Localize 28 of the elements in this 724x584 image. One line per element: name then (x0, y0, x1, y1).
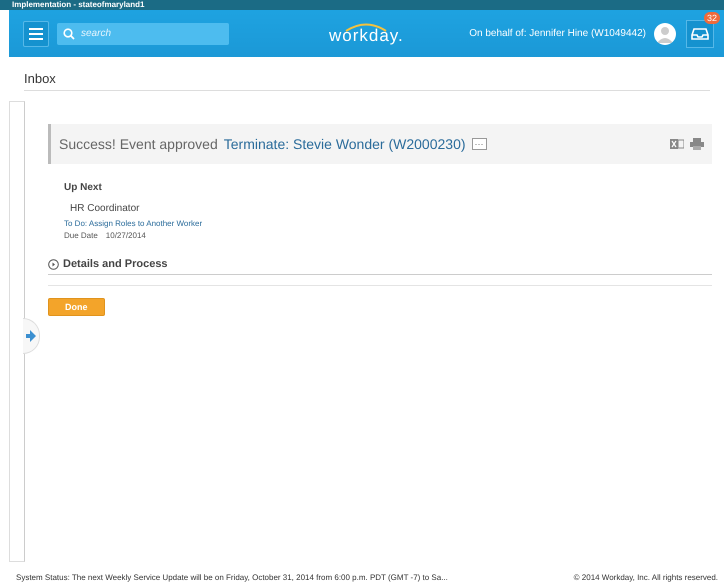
notification-badge: 32 (704, 12, 720, 24)
copyright-text: © 2014 Workday, Inc. All rights reserved. (574, 572, 718, 582)
expand-panel-button[interactable] (23, 318, 40, 354)
status-message: Success! Event approved (59, 136, 218, 152)
spreadsheet-icon[interactable] (670, 138, 684, 150)
more-button[interactable]: ··· (472, 138, 487, 150)
search-field[interactable]: search (57, 22, 229, 44)
arrow-right-icon (26, 330, 36, 342)
due-date-value: 10/27/2014 (106, 231, 146, 240)
todo-link[interactable]: To Do: Assign Roles to Another Worker (64, 219, 712, 228)
inbox-button[interactable] (686, 20, 714, 48)
window-title: Implementation - stateofmaryland1 (12, 0, 144, 10)
on-behalf-text: On behalf of: Jennifer Hine (W1049442) (469, 28, 646, 39)
print-icon[interactable] (690, 138, 704, 150)
avatar-icon[interactable] (654, 22, 676, 44)
details-heading[interactable]: Details and Process (63, 258, 168, 270)
logo[interactable]: workday. (329, 22, 404, 46)
expand-icon[interactable] (48, 258, 59, 270)
system-status-text: System Status: The next Weekly Service Update will be on Friday, October 31, 2014 from 6:00 p.m. PDT (GMT -7) to Sa... (16, 572, 448, 582)
event-link[interactable]: Terminate: Stevie Wonder (W2000230) (224, 136, 466, 152)
menu-button[interactable] (23, 20, 49, 46)
search-icon (63, 28, 75, 40)
due-date-label: Due Date (64, 231, 98, 240)
inbox-tray-icon (691, 28, 709, 40)
page-title: Inbox (24, 71, 57, 86)
menu-icon (29, 28, 43, 40)
section-heading: Up Next (64, 182, 103, 193)
role-text: HR Coordinator (70, 203, 140, 214)
